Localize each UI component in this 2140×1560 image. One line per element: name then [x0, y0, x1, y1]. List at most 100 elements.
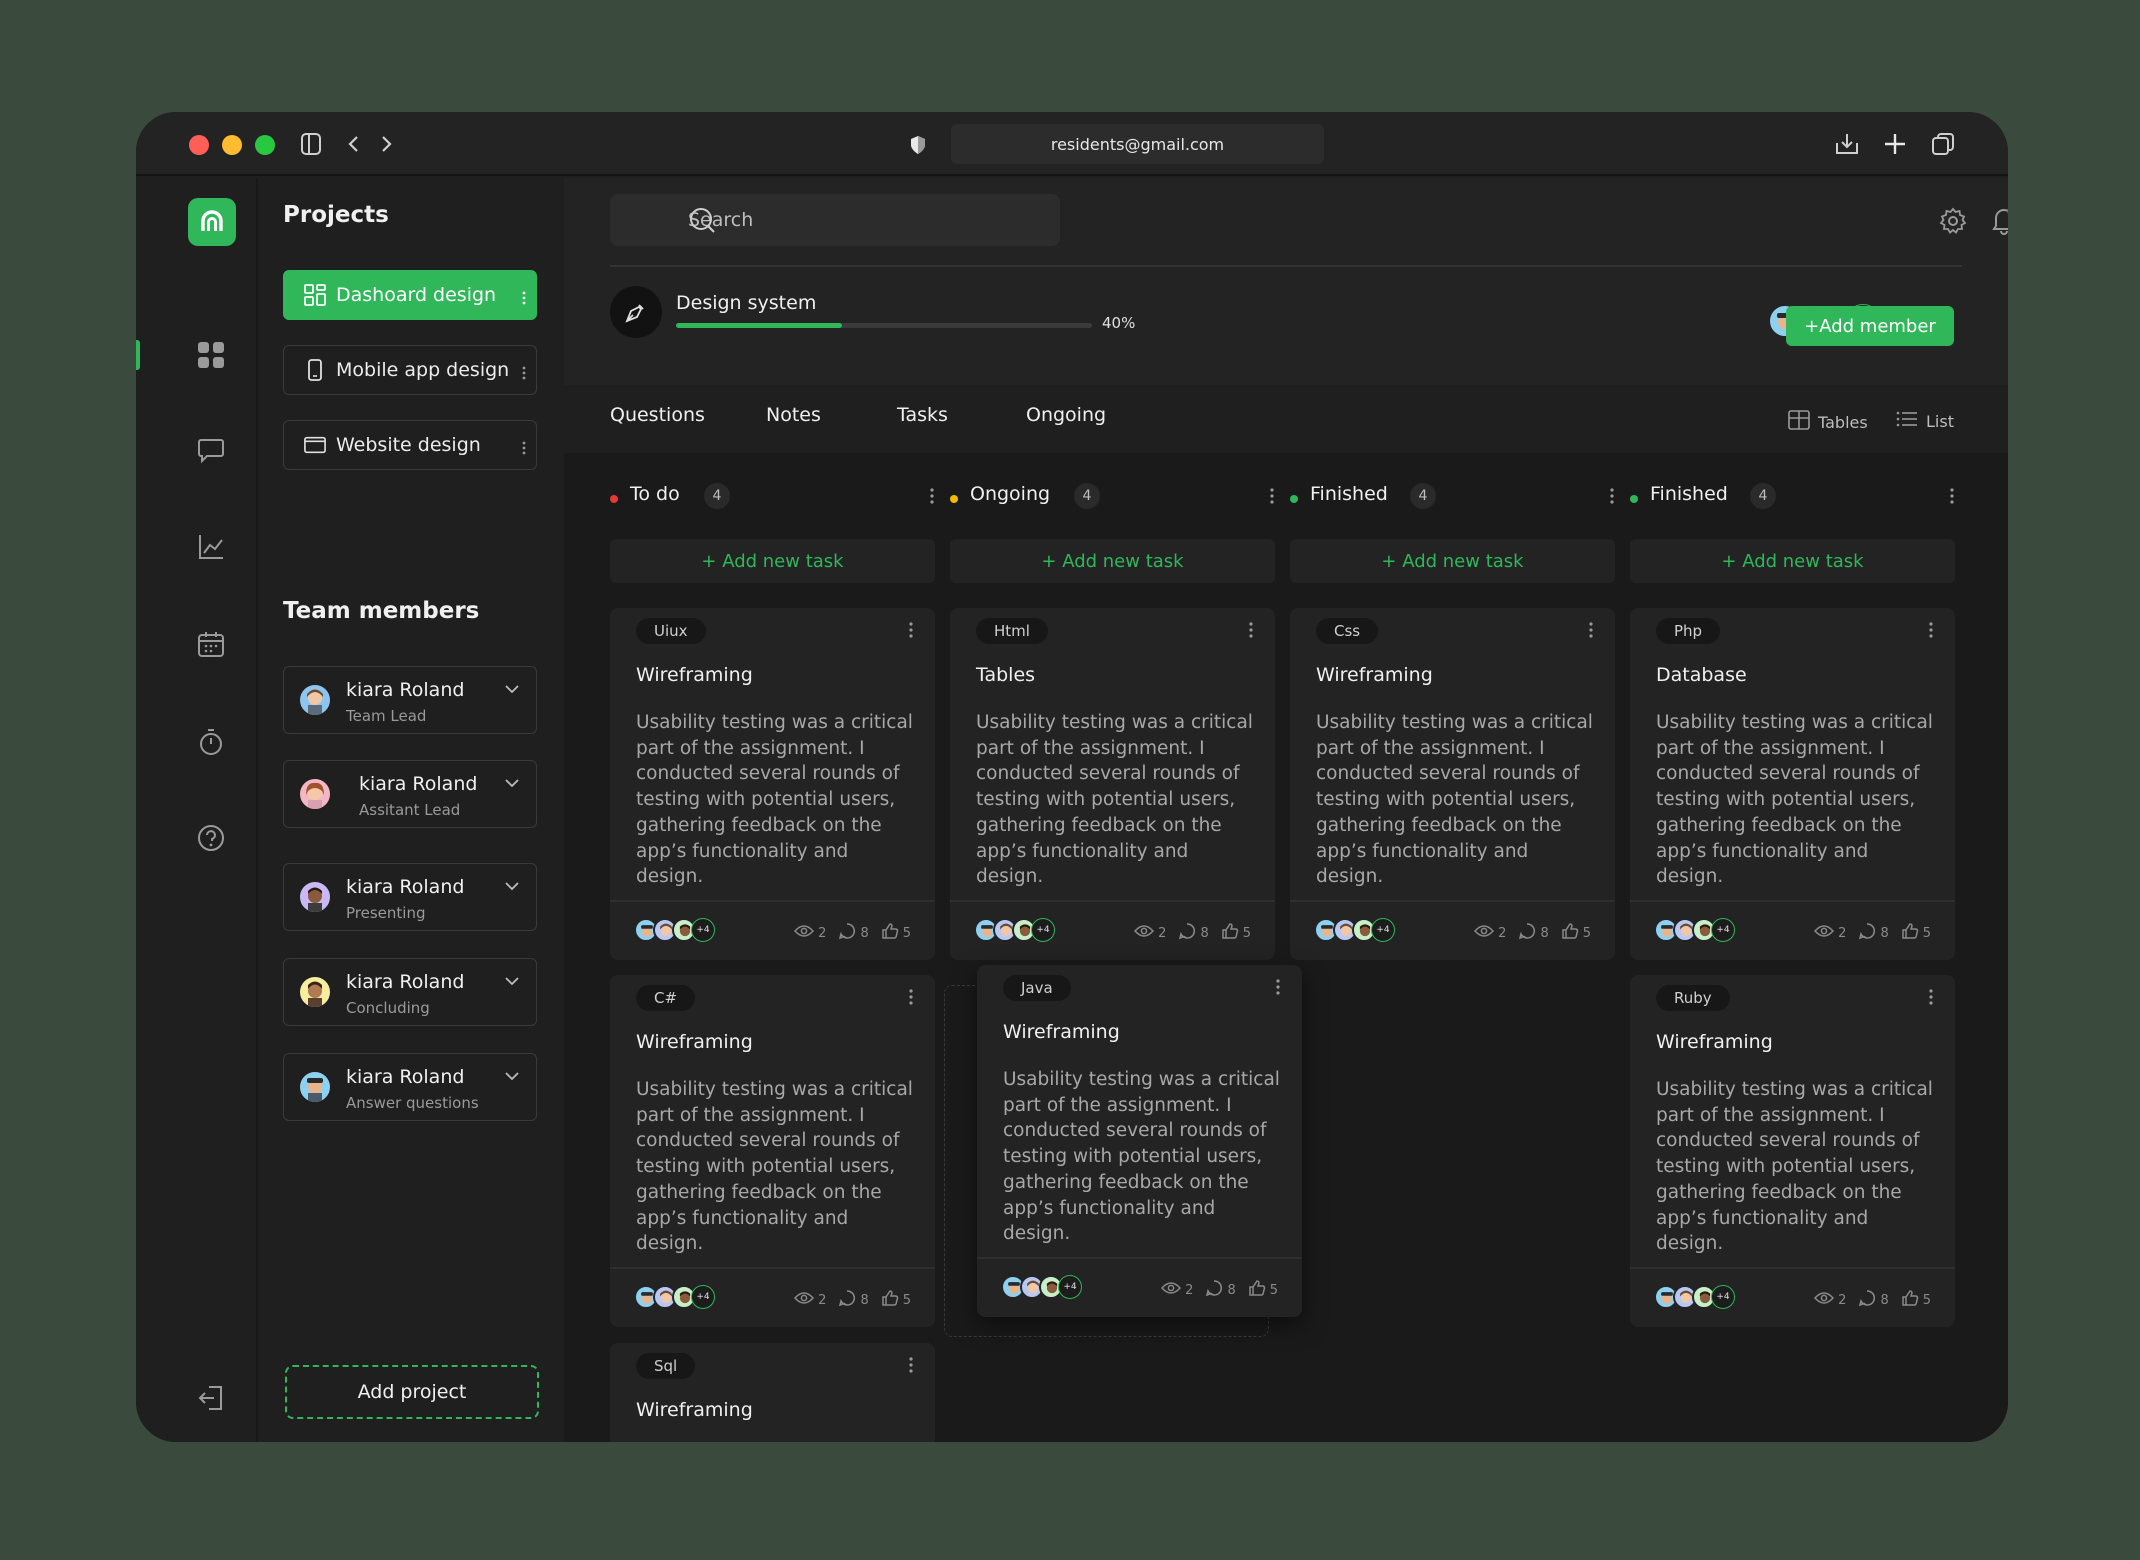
team-member-card[interactable]: kiara Roland Answer questions	[283, 1053, 537, 1121]
kebab-menu-icon[interactable]	[522, 363, 526, 385]
chevron-down-icon[interactable]	[504, 773, 520, 792]
task-card[interactable]: Sql Wireframing	[610, 1343, 935, 1442]
address-bar[interactable]: residents@gmail.com	[951, 124, 1324, 164]
avatar	[298, 975, 332, 1009]
task-card[interactable]: Php Database Usability testing was a criti…	[1630, 608, 1955, 960]
column-kebab-icon[interactable]	[930, 487, 934, 509]
app-logo[interactable]	[188, 198, 236, 246]
card-kebab-icon[interactable]	[1589, 622, 1593, 642]
column-kebab-icon[interactable]	[1610, 487, 1614, 509]
card-avatars[interactable]: +4	[1001, 1275, 1082, 1299]
add-member-button[interactable]: +Add member	[1786, 306, 1954, 346]
status-dot	[1630, 495, 1638, 503]
status-dot	[1290, 495, 1298, 503]
add-new-task-button[interactable]: + Add new task	[1630, 539, 1955, 583]
card-title: Wireframing	[636, 1399, 753, 1421]
task-card[interactable]: Html Tables Usability testing was a critic…	[950, 608, 1275, 960]
chevron-down-icon[interactable]	[504, 876, 520, 895]
tab-tasks[interactable]: Tasks	[897, 404, 948, 426]
view-tables-button[interactable]: Tables	[1788, 410, 1868, 434]
project-dashboard-design[interactable]: Dashoard design	[283, 270, 537, 320]
member-role: Assitant Lead	[359, 801, 461, 819]
team-member-card[interactable]: kiara Roland Presenting	[283, 863, 537, 931]
member-name: kiara Roland	[346, 971, 465, 993]
project-website-design[interactable]: Website design	[283, 420, 537, 470]
eye-icon	[794, 1291, 815, 1309]
back-icon[interactable]	[344, 134, 362, 154]
add-project-button[interactable]: Add project	[285, 1365, 539, 1419]
chat-icon[interactable]	[196, 435, 226, 465]
analytics-icon[interactable]	[196, 532, 226, 562]
tab-notes[interactable]: Notes	[766, 404, 821, 426]
member-role: Team Lead	[346, 707, 427, 725]
member-role: Answer questions	[346, 1094, 479, 1112]
card-avatars[interactable]: +4	[1314, 918, 1395, 942]
team-member-card[interactable]: kiara Roland Concluding	[283, 958, 537, 1026]
avatar	[298, 777, 332, 811]
eye-icon	[1474, 924, 1495, 942]
timer-icon[interactable]	[196, 727, 226, 757]
add-new-task-button[interactable]: + Add new task	[950, 539, 1275, 583]
card-kebab-icon[interactable]	[909, 989, 913, 1009]
team-member-card[interactable]: kiara Roland Assitant Lead	[283, 760, 537, 828]
kebab-menu-icon[interactable]	[522, 288, 526, 310]
kebab-menu-icon[interactable]	[522, 438, 526, 460]
header-divider	[610, 265, 1962, 267]
project-header: Search Design system 40% +4	[564, 178, 2008, 432]
column-kebab-icon[interactable]	[1270, 487, 1274, 509]
column-kebab-icon[interactable]	[1950, 487, 1954, 509]
tabs-overview-icon[interactable]	[1929, 130, 1957, 158]
maximize-window-button[interactable]	[255, 135, 275, 155]
comments-count: 8	[1880, 925, 1889, 941]
calendar-icon[interactable]	[196, 629, 226, 659]
team-member-card[interactable]: kiara Roland Team Lead	[283, 666, 537, 734]
chevron-down-icon[interactable]	[504, 971, 520, 990]
extra-assignees-badge: +4	[691, 918, 715, 942]
dashboard-icon[interactable]	[196, 340, 226, 370]
card-kebab-icon[interactable]	[1276, 979, 1280, 999]
tab-ongoing[interactable]: Ongoing	[1026, 404, 1106, 426]
new-tab-icon[interactable]	[1881, 130, 1909, 158]
forward-icon[interactable]	[378, 134, 396, 154]
card-avatars[interactable]: +4	[634, 1285, 715, 1309]
chevron-down-icon[interactable]	[504, 1066, 520, 1085]
card-avatars[interactable]: +4	[974, 918, 1055, 942]
card-kebab-icon[interactable]	[909, 622, 913, 642]
progress-bar	[676, 323, 1092, 328]
comment-icon	[838, 922, 856, 944]
task-card[interactable]: C# Wireframing Usability testing was a cri…	[610, 975, 935, 1327]
add-new-task-button[interactable]: + Add new task	[1290, 539, 1615, 583]
search-icon	[688, 206, 716, 239]
view-list-button[interactable]: List	[1896, 410, 1954, 432]
minimize-window-button[interactable]	[222, 135, 242, 155]
close-window-button[interactable]	[189, 135, 209, 155]
search-input[interactable]: Search	[610, 194, 1060, 246]
chevron-down-icon[interactable]	[504, 679, 520, 698]
tab-questions[interactable]: Questions	[610, 404, 705, 426]
sidebar-toggle-icon[interactable]	[300, 132, 322, 156]
thumbs-up-icon	[1248, 1279, 1266, 1301]
task-card[interactable]: Uiux Wireframing Usability testing was a c…	[610, 608, 935, 960]
card-kebab-icon[interactable]	[909, 1357, 913, 1377]
logout-icon[interactable]	[196, 1383, 226, 1413]
avatar	[298, 683, 332, 717]
card-avatars[interactable]: +4	[1654, 1285, 1735, 1309]
tag-badge: Html	[976, 618, 1048, 644]
add-new-task-button[interactable]: + Add new task	[610, 539, 935, 583]
settings-gear-icon[interactable]	[1938, 206, 1968, 236]
card-kebab-icon[interactable]	[1249, 622, 1253, 642]
project-label: Mobile app design	[336, 359, 510, 381]
project-mobile-app-design[interactable]: Mobile app design	[283, 345, 537, 395]
task-card[interactable]: Ruby Wireframing Usability testing was a c…	[1630, 975, 1955, 1327]
card-avatars[interactable]: +4	[1654, 918, 1735, 942]
column-title: Finished	[1310, 483, 1388, 505]
notification-bell-icon[interactable]	[1988, 204, 2008, 236]
card-kebab-icon[interactable]	[1929, 989, 1933, 1009]
task-card[interactable]: Java Wireframing Usability testing was a c…	[977, 965, 1302, 1317]
download-icon[interactable]	[1833, 130, 1861, 158]
card-avatars[interactable]: +4	[634, 918, 715, 942]
help-icon[interactable]	[196, 823, 226, 853]
card-kebab-icon[interactable]	[1929, 622, 1933, 642]
task-card[interactable]: Css Wireframing Usability testing was a cr…	[1290, 608, 1615, 960]
shield-icon	[909, 134, 927, 156]
